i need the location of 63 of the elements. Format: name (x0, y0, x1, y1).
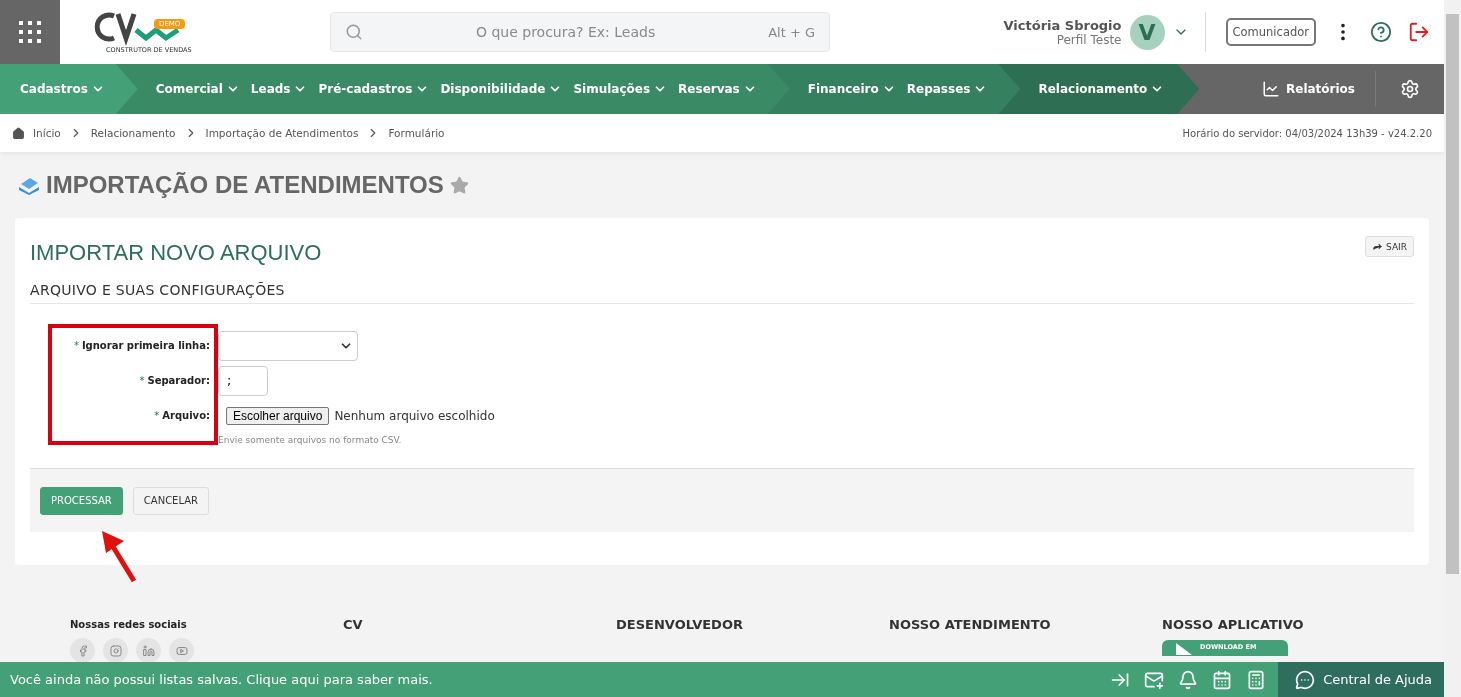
calendar-icon[interactable] (1212, 669, 1233, 690)
help-icon[interactable] (1370, 21, 1392, 43)
triangle-icon (1176, 643, 1192, 655)
user-profile: Perfil Teste (1056, 32, 1122, 47)
saved-lists-message[interactable]: Você ainda não possui listas salvas. Clique aqui para saber mais. (0, 672, 433, 687)
nav-item[interactable]: Pré-cadastros (318, 82, 430, 96)
nav-item[interactable]: Comercial (155, 82, 240, 96)
footer-heading: Nossas redes sociais (70, 619, 188, 630)
footer-heading: DESENVOLVEDOR (616, 617, 744, 632)
search-field[interactable]: O que procura? Ex: Leads (373, 23, 759, 41)
facebook-icon[interactable] (70, 638, 95, 663)
user-name: Victória Sbrogio (1003, 17, 1122, 33)
footer-heading: NOSSO APLICATIVO (1162, 617, 1305, 632)
select-field[interactable] (218, 330, 358, 361)
process-button[interactable]: PROCESSAR (40, 486, 123, 515)
choose-file-button[interactable]: Escolher arquivo (226, 406, 330, 425)
help-center-button[interactable]: Central de Ajuda (1278, 662, 1444, 697)
grid-icon[interactable] (18, 20, 42, 44)
youtube-icon[interactable] (169, 638, 194, 663)
breadcrumb-link[interactable]: Relacionamento (90, 127, 176, 139)
separator-field[interactable]: ; (218, 365, 268, 396)
calculator-icon[interactable] (1246, 669, 1267, 690)
breadcrumb-link[interactable]: Início (33, 127, 61, 139)
instagram-icon[interactable] (103, 638, 128, 663)
nav-item[interactable]: Disponibilidade (440, 82, 563, 96)
field-label: * Separador: (139, 374, 210, 388)
logout-icon[interactable] (1408, 21, 1430, 43)
bell-icon[interactable] (1178, 669, 1199, 690)
apps-menu-button[interactable] (0, 0, 60, 64)
nav-item[interactable]: Financeiro (807, 82, 896, 96)
import-icon (18, 175, 40, 195)
nav-item[interactable]: Simulações (573, 82, 668, 96)
server-time: Horário do servidor: 04/03/2024 13h39 - v24.2.20 (1182, 127, 1432, 139)
search-bar[interactable]: O que procura? Ex: Leads Alt + G (330, 12, 830, 52)
nav-item[interactable]: Relacionamento (1038, 82, 1165, 96)
breadcrumb-link[interactable]: Formulário (388, 127, 445, 139)
footer-heading: NOSSO ATENDIMENTO (889, 617, 1052, 632)
nav-item[interactable]: Cadastros (20, 82, 105, 96)
home-icon[interactable] (12, 126, 25, 140)
user-avatar[interactable]: V (1129, 14, 1165, 50)
nav-item[interactable]: Repasses (906, 82, 988, 96)
shortcut-hint: Alt + G (768, 24, 815, 40)
file-status: Nenhum arquivo escolhido (334, 408, 495, 423)
exit-button[interactable]: SAIR (1365, 236, 1414, 257)
search-icon[interactable] (345, 23, 363, 41)
nav-item[interactable]: Reservas (678, 82, 757, 96)
card-title: IMPORTAR NOVO ARQUIVO (30, 240, 322, 266)
nav-item[interactable]: Leads (250, 82, 308, 96)
chart-icon (1262, 80, 1280, 98)
breadcrumb-link[interactable]: Importação de Atendimentos (205, 127, 359, 139)
field-label: * Arquivo: (154, 409, 210, 423)
forward-icon (1372, 241, 1384, 252)
reports-link[interactable]: Relatórios (1242, 80, 1375, 98)
field-label: * Ignorar primeira linha: (73, 339, 210, 353)
footer-heading: CV (343, 617, 364, 632)
section-title: ARQUIVO E SUAS CONFIGURAÇÕES (30, 282, 1414, 304)
cancel-button[interactable]: CANCELAR (132, 486, 210, 515)
linkedin-icon[interactable] (136, 638, 161, 663)
communicator-button[interactable]: Comunicador (1225, 18, 1316, 46)
page-title: IMPORTAÇÃO DE ATENDIMENTOS (46, 171, 444, 199)
chat-icon (1295, 669, 1316, 690)
star-icon[interactable] (449, 175, 469, 195)
hint-text: Envie somente arquivos no formato CSV. (218, 435, 403, 445)
